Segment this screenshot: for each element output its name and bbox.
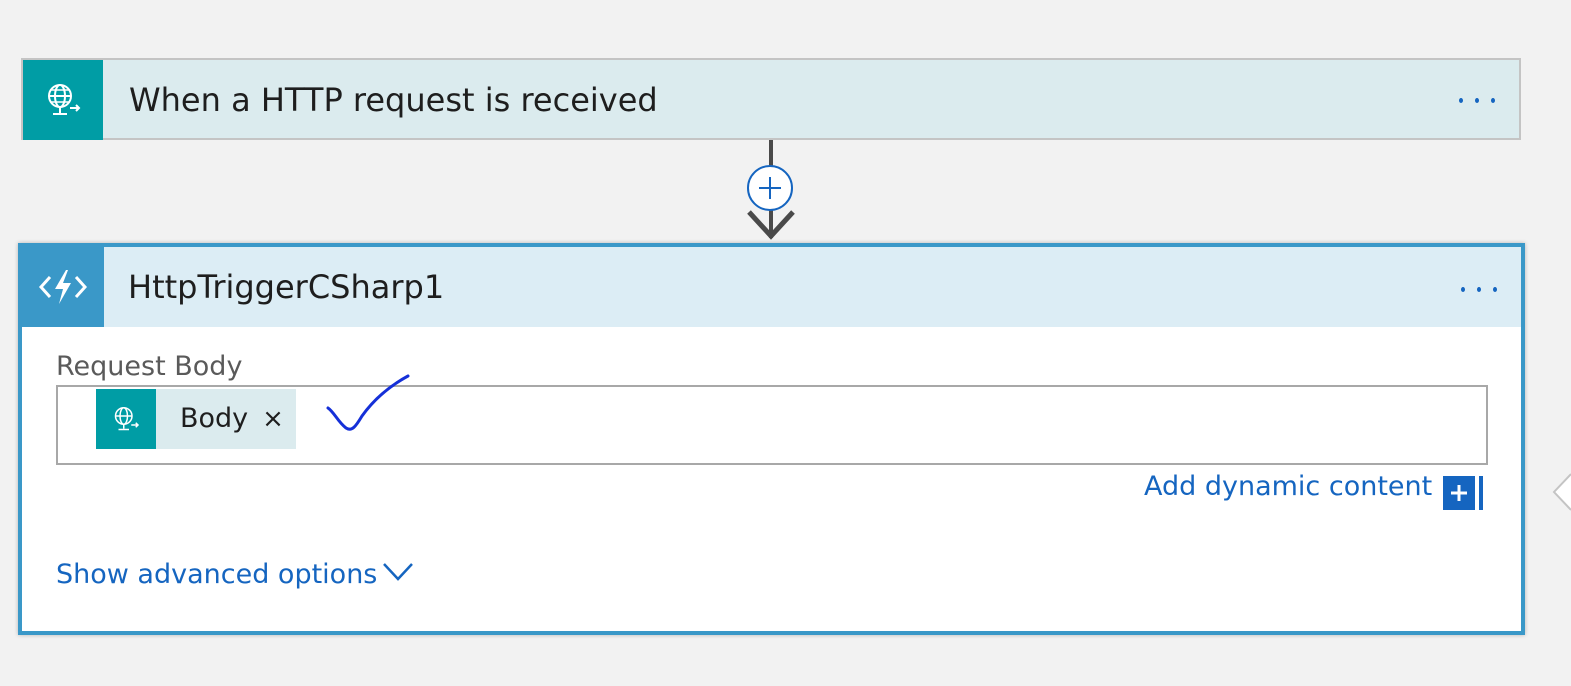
action-icon-box: [22, 247, 104, 327]
action-more-options-button[interactable]: [1455, 269, 1503, 309]
trigger-more-options-button[interactable]: [1453, 80, 1501, 120]
trigger-icon-box: [23, 60, 103, 140]
body-token-label: Body: [180, 403, 249, 434]
add-dynamic-content-link[interactable]: Add dynamic content: [1144, 471, 1432, 502]
request-body-label: Request Body: [56, 351, 243, 382]
plus-icon: [759, 177, 781, 199]
arrow-down-icon: [747, 210, 795, 240]
collapse-panel-tab-icon[interactable]: [1552, 472, 1571, 512]
more-dot-icon: [1477, 286, 1481, 292]
add-dynamic-content-plus-icon[interactable]: [1443, 476, 1485, 510]
more-dot-icon: [1491, 97, 1495, 103]
flow-designer-canvas: When a HTTP request is received HttpTrig…: [0, 0, 1571, 686]
http-trigger-card[interactable]: When a HTTP request is received: [21, 58, 1521, 140]
request-body-input[interactable]: Body ×: [56, 374, 1488, 465]
remove-token-button[interactable]: ×: [262, 389, 296, 449]
more-dot-icon: [1493, 286, 1497, 292]
action-title: HttpTriggerCSharp1: [128, 268, 445, 306]
body-token[interactable]: Body ×: [96, 389, 297, 449]
http-globe-icon: [114, 407, 140, 431]
action-card-header[interactable]: HttpTriggerCSharp1: [22, 247, 1521, 327]
insert-step-button[interactable]: [747, 165, 793, 211]
trigger-title: When a HTTP request is received: [129, 81, 658, 119]
more-dot-icon: [1461, 286, 1465, 292]
azure-function-icon: [38, 270, 88, 304]
more-dot-icon: [1459, 97, 1463, 103]
show-advanced-options-link[interactable]: Show advanced options: [56, 559, 377, 590]
handwritten-checkmark-icon: [326, 374, 410, 431]
http-globe-icon: [48, 84, 81, 115]
more-dot-icon: [1475, 97, 1479, 103]
chevron-down-icon[interactable]: [382, 561, 414, 583]
http-trigger-csharp-action-card: HttpTriggerCSharp1 Request Body Body × A…: [18, 243, 1525, 635]
token-icon-box: [96, 389, 156, 449]
